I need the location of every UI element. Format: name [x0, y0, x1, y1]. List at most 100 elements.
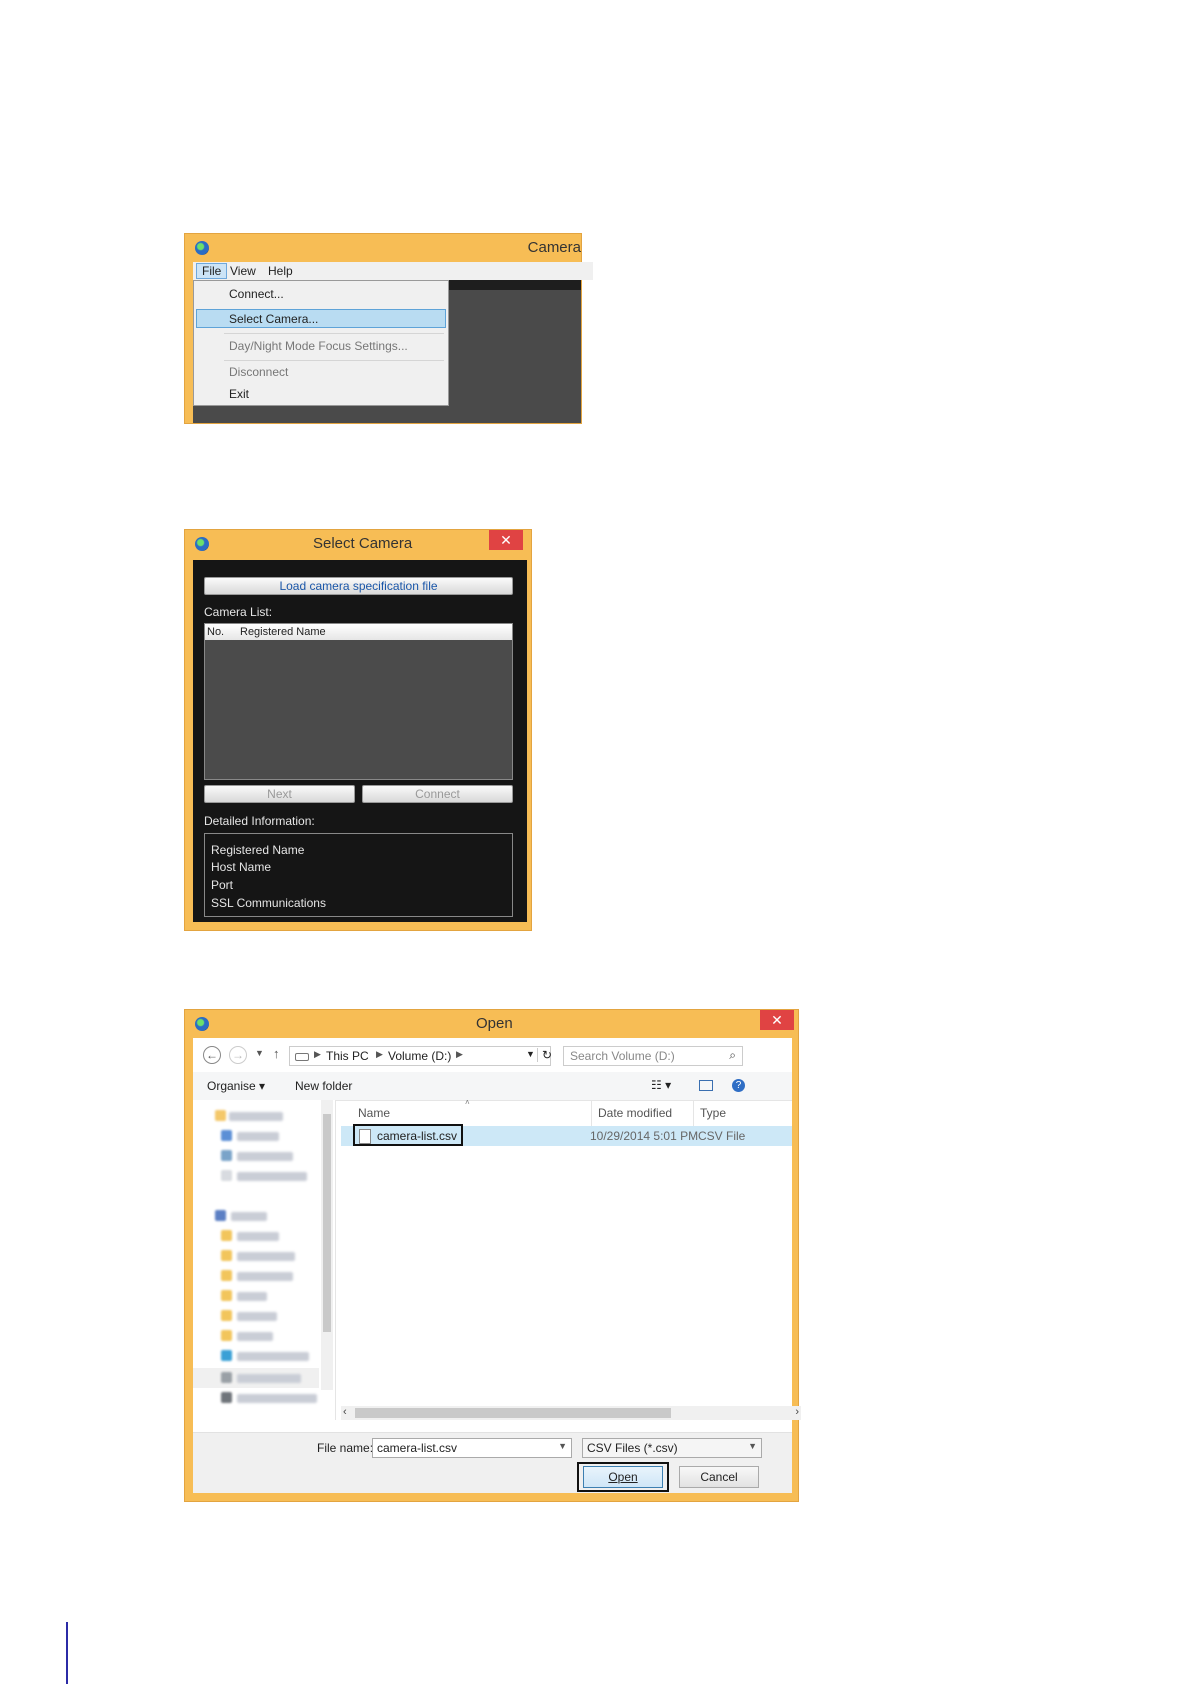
nav-item-blurred [237, 1332, 273, 1341]
file-type: CSV File [698, 1129, 746, 1143]
breadcrumb-sep-icon: ▶ [376, 1049, 383, 1059]
select-camera-titlebar: Select Camera ✕ [185, 530, 531, 558]
col-registered-name[interactable]: Registered Name [240, 626, 326, 638]
nav-item-blurred [237, 1132, 279, 1141]
camera-list-header: No. Registered Name [205, 624, 512, 640]
menu-item-day-night[interactable]: Day/Night Mode Focus Settings... [229, 339, 408, 353]
search-input[interactable]: Search Volume (D:) ⌕ [563, 1046, 743, 1066]
this-pc-icon [215, 1210, 226, 1221]
chevron-down-icon[interactable]: ▼ [255, 1048, 264, 1058]
h-scrollbar[interactable]: ‹ › [341, 1406, 801, 1420]
select-camera-window: Select Camera ✕ Load camera specificatio… [184, 529, 532, 931]
file-name: camera-list.csv [377, 1129, 458, 1143]
col-no[interactable]: No. [207, 626, 224, 638]
nav-item-blurred [237, 1374, 301, 1383]
refresh-icon[interactable]: ↻ [537, 1048, 552, 1062]
chevron-down-icon[interactable]: ▼ [558, 1441, 567, 1451]
menu-bar: File View Help [193, 262, 593, 280]
menu-item-select-camera[interactable]: Select Camera... [229, 312, 318, 326]
camera-list-label: Camera List: [204, 605, 273, 619]
detail-registered-name: Registered Name [211, 843, 305, 857]
search-icon: ⌕ [729, 1048, 736, 1062]
view-icon[interactable]: ☷ ▾ [651, 1078, 671, 1092]
page-margin-line [66, 1622, 68, 1684]
nav-scrollbar[interactable] [321, 1100, 333, 1390]
folder-icon [221, 1290, 232, 1301]
file-icon [359, 1129, 371, 1144]
chevron-down-icon[interactable]: ▼ [748, 1441, 757, 1451]
open-dialog: Open ✕ ← → ▼ ↑ ▶ This PC ▶ Volume (D:) ▶… [184, 1009, 801, 1502]
nav-item-blurred [237, 1232, 279, 1241]
nav-item-blurred [237, 1152, 293, 1161]
menu-item-exit[interactable]: Exit [229, 387, 249, 401]
back-arrow-icon[interactable]: ← [203, 1046, 221, 1064]
search-placeholder: Search Volume (D:) [570, 1049, 675, 1063]
drive-icon [221, 1350, 232, 1361]
camera-list[interactable]: No. Registered Name [204, 623, 513, 780]
nav-item-blurred [237, 1252, 295, 1261]
cancel-button[interactable]: Cancel [679, 1466, 759, 1488]
breadcrumb-sep-icon: ▶ [314, 1049, 321, 1059]
folder-icon [221, 1330, 232, 1341]
nav-item-blurred [231, 1212, 267, 1221]
up-arrow-icon[interactable]: ↑ [273, 1046, 280, 1061]
close-button[interactable]: ✕ [760, 1010, 794, 1030]
forward-arrow-icon[interactable]: → [229, 1046, 247, 1064]
folder-icon [221, 1310, 232, 1321]
drive-icon [295, 1053, 309, 1061]
menu-file[interactable]: File [196, 263, 228, 279]
open-button[interactable]: Open [583, 1466, 663, 1488]
nav-item-blurred [237, 1272, 293, 1281]
select-camera-body: Load camera specification file Camera Li… [193, 560, 527, 922]
help-icon[interactable]: ? [732, 1079, 745, 1092]
organise-button[interactable]: Organise ▾ [207, 1079, 265, 1093]
menu-help[interactable]: Help [268, 264, 293, 278]
camera-titlebar: Camera [185, 234, 581, 262]
file-name-input[interactable]: camera-list.csv ▼ [372, 1438, 572, 1458]
menu-item-disconnect[interactable]: Disconnect [229, 365, 288, 379]
scroll-left-icon[interactable]: ‹ [343, 1406, 347, 1418]
camera-window: Camera File View Help Connect... Select … [184, 233, 593, 424]
app-icon [195, 241, 209, 255]
menu-view[interactable]: View [230, 264, 256, 278]
connect-button[interactable]: Connect [362, 785, 513, 803]
menu-item-connect[interactable]: Connect... [229, 287, 284, 301]
scroll-right-icon[interactable]: › [795, 1406, 799, 1418]
file-row[interactable]: camera-list.csv 10/29/2014 5:01 PM CSV F… [341, 1124, 792, 1146]
close-button[interactable]: ✕ [489, 530, 523, 550]
folder-icon [221, 1170, 232, 1181]
nav-scroll-thumb[interactable] [323, 1114, 331, 1332]
breadcrumb-this-pc[interactable]: This PC [326, 1049, 369, 1063]
app-icon [195, 537, 209, 551]
breadcrumb-sep-icon: ▶ [456, 1049, 463, 1059]
load-spec-button[interactable]: Load camera specification file [204, 577, 513, 595]
open-dialog-body: ← → ▼ ↑ ▶ This PC ▶ Volume (D:) ▶ ▼ ↻ Se… [193, 1038, 801, 1493]
file-type-value: CSV Files (*.csv) [587, 1441, 678, 1455]
select-camera-title: Select Camera [313, 535, 413, 552]
file-name-label: File name: [317, 1441, 374, 1455]
address-bar[interactable]: ▶ This PC ▶ Volume (D:) ▶ ▼ ↻ [289, 1046, 552, 1066]
organise-label: Organise [207, 1079, 256, 1093]
breadcrumb-volume[interactable]: Volume (D:) [388, 1049, 451, 1063]
file-type-select[interactable]: CSV Files (*.csv) ▼ [582, 1438, 762, 1458]
drive-icon [221, 1372, 232, 1383]
favorites-icon [215, 1110, 226, 1121]
chevron-down-icon[interactable]: ▼ [526, 1049, 535, 1059]
h-scroll-thumb[interactable] [355, 1408, 671, 1418]
detail-port: Port [211, 878, 234, 892]
detailed-info-box: Registered Name Host Name Port SSL Commu… [204, 833, 513, 917]
drive-icon [221, 1392, 232, 1403]
manual-page: Camera File View Help Connect... Select … [0, 0, 1190, 1684]
next-button[interactable]: Next [204, 785, 355, 803]
new-folder-button[interactable]: New folder [295, 1079, 352, 1093]
detail-ssl: SSL Communications [211, 896, 326, 910]
menu-separator [224, 333, 444, 334]
preview-pane-icon[interactable] [699, 1080, 713, 1091]
open-dialog-title: Open [476, 1015, 513, 1032]
folder-icon [221, 1250, 232, 1261]
nav-item-blurred [237, 1292, 267, 1301]
nav-item-blurred [237, 1394, 317, 1403]
nav-item-blurred [229, 1112, 283, 1121]
menu-separator [224, 360, 444, 361]
navigation-pane[interactable] [193, 1100, 336, 1420]
